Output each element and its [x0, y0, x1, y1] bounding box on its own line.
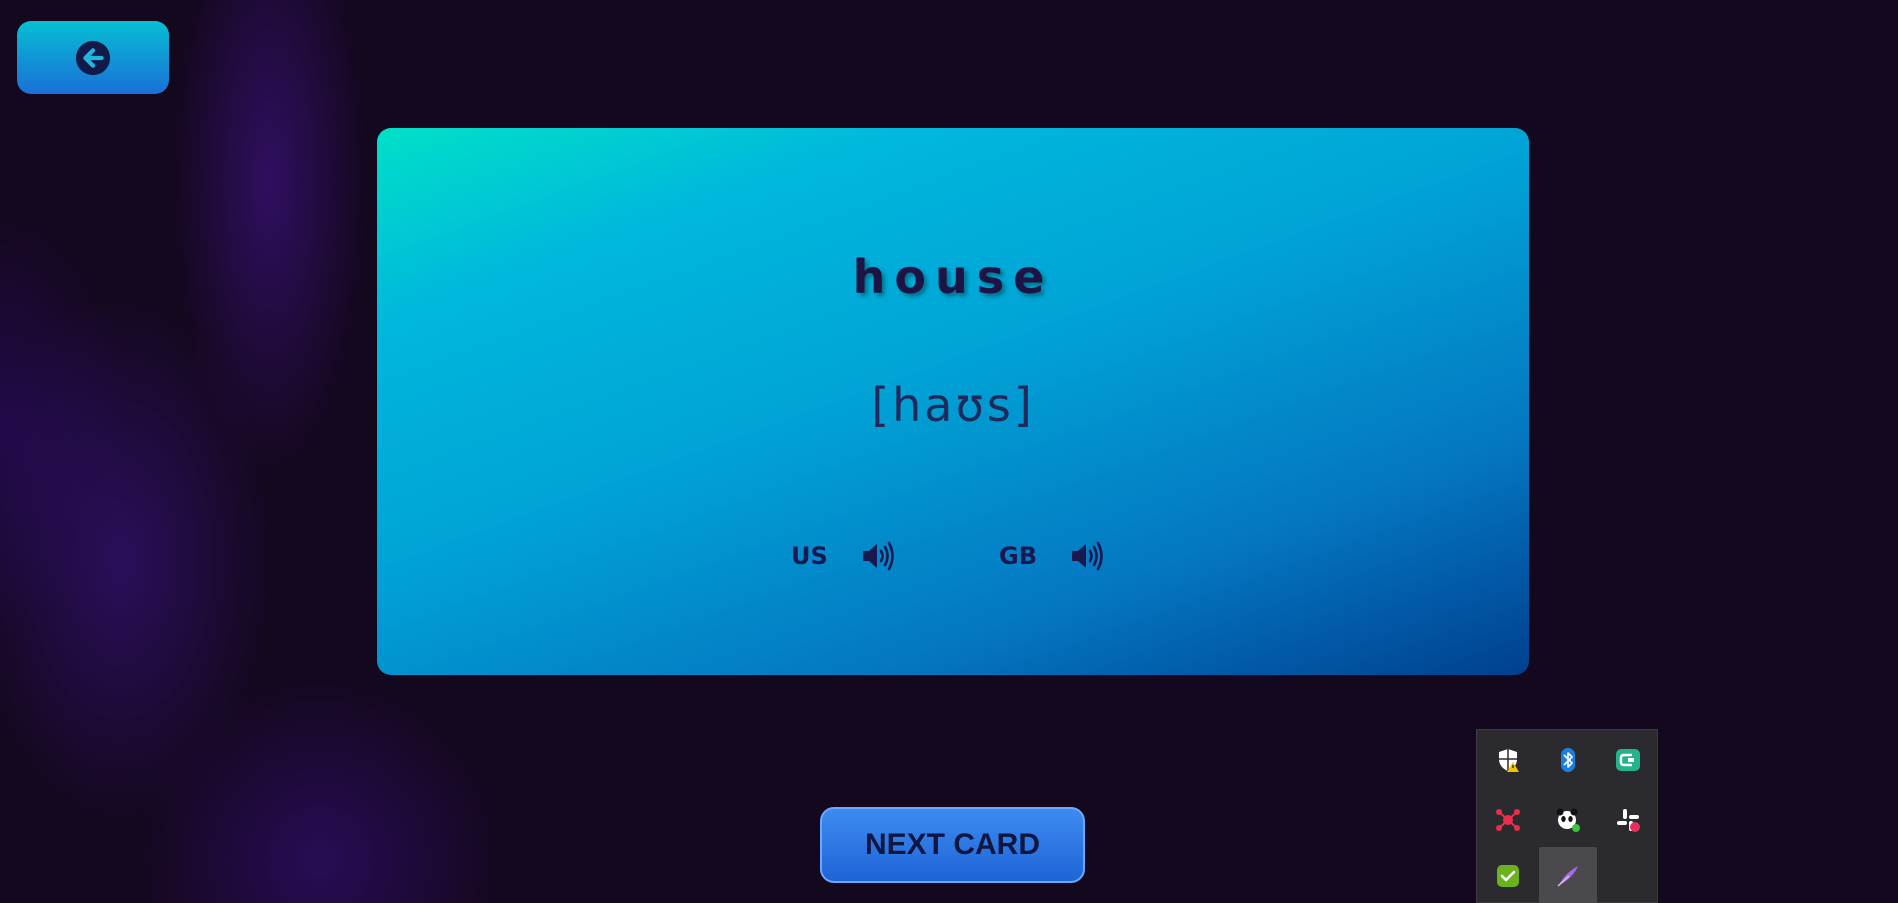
pronunciation-gb: GB: [999, 536, 1105, 576]
play-gb-audio-button[interactable]: [1069, 538, 1105, 574]
next-card-button[interactable]: NEXT CARD: [820, 807, 1085, 883]
play-us-audio-button[interactable]: [860, 538, 896, 574]
panda-app-icon[interactable]: [1539, 791, 1597, 849]
arrow-left-icon: [75, 40, 111, 75]
speaker-icon: [1072, 541, 1103, 571]
back-button[interactable]: [17, 21, 169, 94]
speaker-icon: [862, 541, 894, 571]
slack-icon[interactable]: [1599, 791, 1657, 849]
pronunciation-row: US GB: [377, 536, 1529, 576]
flashcard: house [haʊs] US GB: [377, 128, 1529, 675]
green-app-icon[interactable]: [1599, 731, 1657, 789]
bluetooth-icon[interactable]: [1539, 731, 1597, 789]
red-network-app-icon[interactable]: [1479, 791, 1537, 849]
pronunciation-gb-label: GB: [999, 542, 1037, 570]
pronunciation-us-label: US: [791, 542, 828, 570]
pronunciation-us: US: [791, 536, 896, 576]
system-tray-overflow: [1476, 729, 1658, 903]
flashcard-word: house: [852, 250, 1054, 304]
windows-security-warning-icon[interactable]: [1479, 731, 1537, 789]
green-check-app-icon[interactable]: [1479, 847, 1537, 903]
feather-pen-app-icon[interactable]: [1539, 847, 1597, 903]
flashcard-phonetic: [haʊs]: [871, 378, 1035, 432]
